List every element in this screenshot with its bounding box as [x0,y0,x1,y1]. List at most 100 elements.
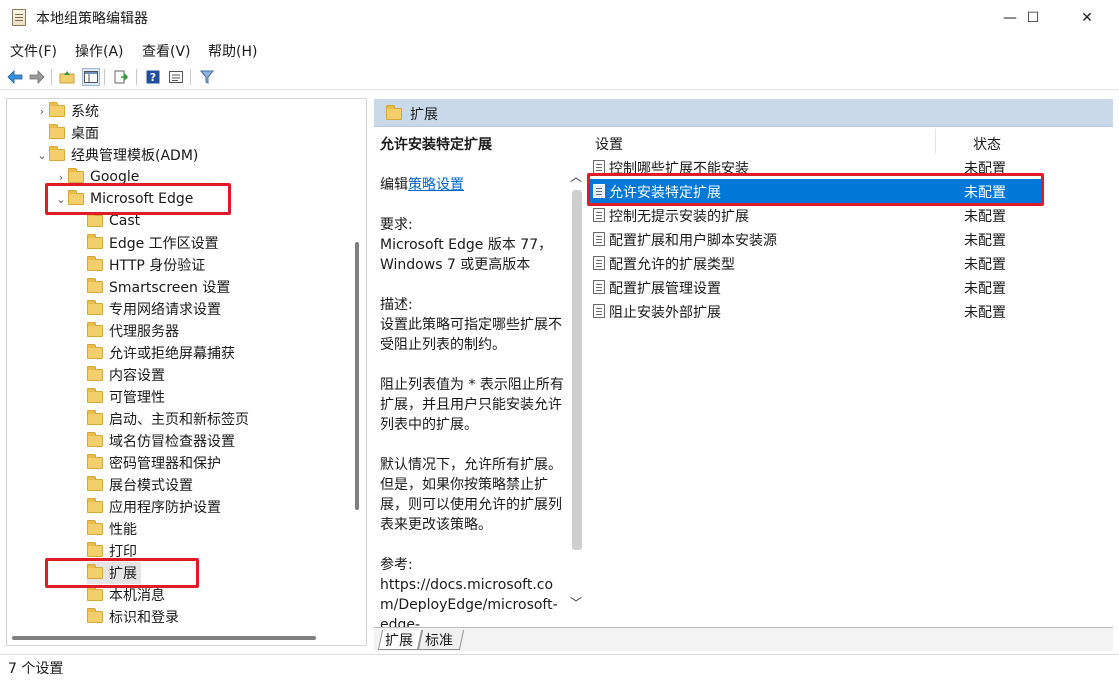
tree-item-label: HTTP 身份验证 [109,258,206,274]
chevron-right-icon[interactable]: › [35,105,49,118]
setting-row[interactable]: 控制无提示安装的扩展 未配置 [587,203,1041,227]
scroll-thumb[interactable] [572,190,582,550]
status-bar: 7 个设置 [0,654,1119,686]
folder-icon [87,542,103,557]
policy-icon [593,256,605,270]
tree-item-label: 启动、主页和新标签页 [109,412,249,428]
tree-item-label: 域名仿冒检查器设置 [109,434,235,450]
policy-icon [593,160,605,174]
up-folder-icon[interactable] [58,68,76,86]
tree-item-manageability[interactable]: 可管理性 [87,386,165,408]
tree-item-private-network[interactable]: 专用网络请求设置 [87,298,221,320]
folder-icon [87,432,103,447]
tree-item-desktop[interactable]: 桌面 [35,122,99,144]
filter-icon[interactable] [198,68,216,86]
forward-icon[interactable] [28,68,46,86]
folder-icon [87,388,103,403]
setting-status: 未配置 [964,209,1006,225]
tree-item-smartscreen[interactable]: Smartscreen 设置 [87,276,230,298]
menu-help[interactable]: 帮助(H) [208,41,257,61]
status-text: 7 个设置 [8,661,64,677]
tree-item-startup[interactable]: 启动、主页和新标签页 [87,408,249,430]
highlight-box-extensions [45,558,199,588]
svg-text:?: ? [150,71,156,84]
app-icon [12,9,26,26]
tree-item-performance[interactable]: 性能 [87,518,137,540]
folder-icon [87,476,103,491]
tree-item-typosquatting[interactable]: 域名仿冒检查器设置 [87,430,235,452]
tree-item-password-manager[interactable]: 密码管理器和保护 [87,452,221,474]
policy-icon [593,208,605,222]
tree-item-screen-capture[interactable]: 允许或拒绝屏幕捕获 [87,342,235,364]
tree-item-label: 性能 [109,522,137,538]
folder-icon [87,256,103,271]
title-bar: 本地组策略编辑器 — ☐ ✕ [0,0,1119,36]
description-para-3: 默认情况下，允许所有扩展。但是，如果你按策略禁止扩展，则可以使用允许的扩展列表来… [380,457,562,533]
folder-icon [87,498,103,513]
tree-item-label: Smartscreen 设置 [109,280,231,296]
tree-vertical-scrollbar[interactable] [355,242,359,510]
tree-item-label: Cast [109,213,141,229]
tree-item-system[interactable]: › 系统 [35,100,99,122]
tree-item-content-settings[interactable]: 内容设置 [87,364,165,386]
folder-icon [87,586,103,601]
setting-status: 未配置 [964,233,1006,249]
column-divider[interactable] [935,129,936,153]
menu-file[interactable]: 文件(F) [10,41,57,61]
export-list-icon[interactable] [112,68,130,86]
tree-item-label: 允许或拒绝屏幕捕获 [109,346,235,362]
tree-item-identity-signin[interactable]: 标识和登录 [87,606,179,628]
setting-row[interactable]: 配置扩展和用户脚本安装源 未配置 [587,227,1041,251]
back-icon[interactable] [6,68,24,86]
tree-item-proxy[interactable]: 代理服务器 [87,320,179,342]
tree-item-label: 可管理性 [109,390,165,406]
description-pane: 允许安装特定扩展 编辑策略设置 要求: Microsoft Edge 版本 77，… [374,127,586,627]
tree-item-app-guard[interactable]: 应用程序防护设置 [87,496,221,518]
tree-item-kiosk[interactable]: 展台模式设置 [87,474,193,496]
description-scrollbar[interactable]: ︿ ﹀ [570,158,586,626]
menu-action[interactable]: 操作(A) [75,41,124,61]
tree-item-label: 桌面 [71,126,99,142]
tree-item-edge-workspace[interactable]: Edge 工作区设置 [87,232,219,254]
menu-view[interactable]: 查看(V) [142,41,191,61]
tree-item-label: Edge 工作区设置 [109,236,219,252]
tree-item-http-auth[interactable]: HTTP 身份验证 [87,254,205,276]
policy-settings-link[interactable]: 策略设置 [408,177,464,193]
policy-icon [593,304,605,318]
show-hide-tree-icon[interactable] [82,68,100,86]
setting-status: 未配置 [964,257,1006,273]
tab-standard[interactable]: 标准 [417,630,465,650]
scroll-down-icon[interactable]: ﹀ [570,594,582,611]
folder-icon [87,300,103,315]
folder-icon [87,344,103,359]
tree-item-classic-adm[interactable]: ⌄ 经典管理模板(ADM) [35,144,198,166]
folder-icon [87,212,103,227]
tree-item-label: 内容设置 [109,368,165,384]
column-header-status[interactable]: 状态 [973,134,1001,154]
maximize-button[interactable]: ☐ [1010,0,1056,36]
setting-status: 未配置 [964,281,1006,297]
setting-name: 控制无提示安装的扩展 [609,209,749,225]
right-pane-title: 扩展 [410,107,438,123]
tree-item-label: 本机消息 [109,588,165,604]
setting-row[interactable]: 配置允许的扩展类型 未配置 [587,251,1041,275]
setting-row[interactable]: 配置扩展管理设置 未配置 [587,275,1041,299]
folder-icon [49,146,65,161]
close-button[interactable]: ✕ [1064,0,1110,36]
folder-icon [386,105,402,120]
properties-icon[interactable] [167,68,185,86]
column-header-setting[interactable]: 设置 [595,134,623,154]
setting-name: 阻止安装外部扩展 [609,305,721,321]
tree-horizontal-scrollbar[interactable] [12,636,316,640]
tree-item-label: 代理服务器 [109,324,179,340]
chevron-down-icon[interactable]: ⌄ [35,149,49,162]
description-body: 描述: 设置此策略可指定哪些扩展不受阻止列表的制约。 [380,297,562,353]
help-icon[interactable]: ? [144,68,162,86]
setting-row[interactable]: 阻止安装外部扩展 未配置 [587,299,1041,323]
tab-extended[interactable]: 扩展 [377,630,423,650]
tree-item-label: 密码管理器和保护 [109,456,221,472]
chevron-right-icon[interactable]: › [54,171,68,184]
scroll-up-icon[interactable]: ︿ [570,168,582,185]
list-header: 设置 状态 [587,127,1113,157]
folder-icon [49,102,65,117]
